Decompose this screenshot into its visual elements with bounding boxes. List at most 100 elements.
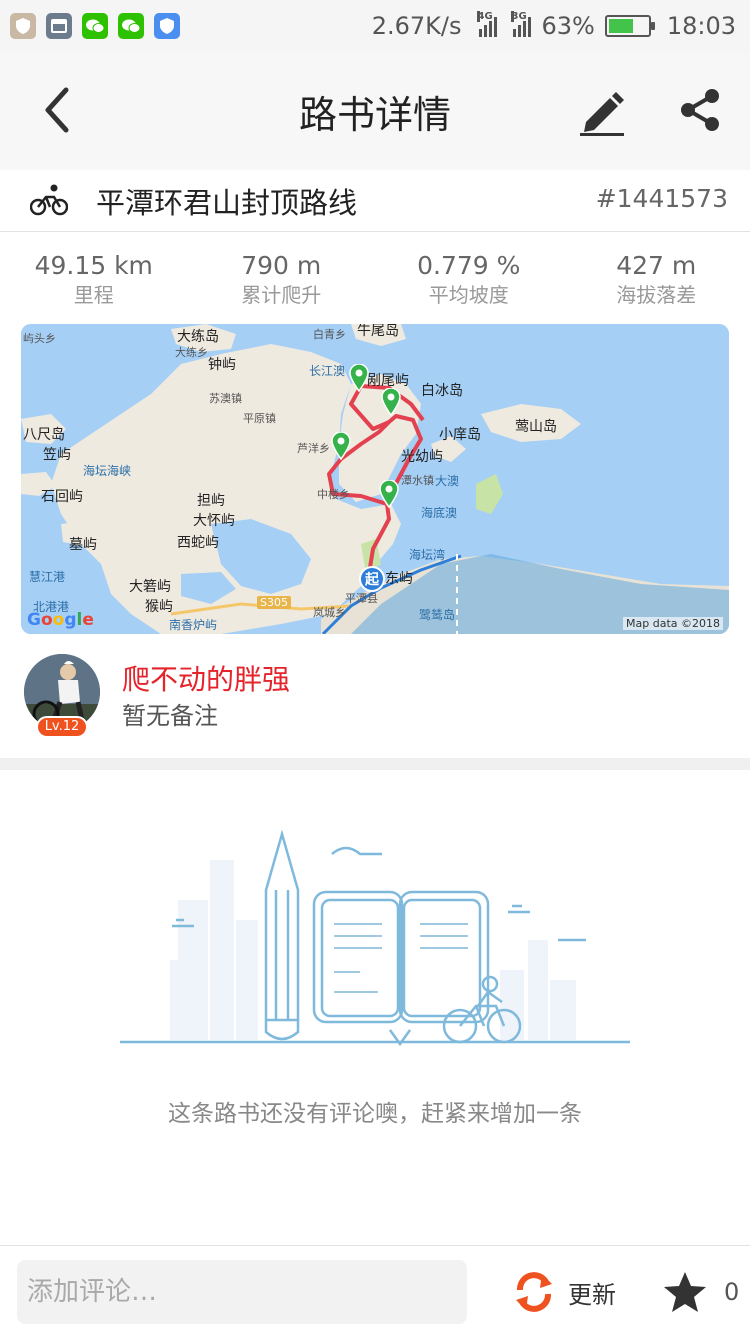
map-label: 海坛海峡 bbox=[83, 464, 132, 478]
stat-value: 790 m bbox=[241, 251, 322, 280]
map-label: 钟屿 bbox=[208, 357, 236, 373]
map-pin-icon[interactable] bbox=[379, 480, 399, 508]
map-label: 平潭县 bbox=[345, 592, 378, 605]
stat-label: 累计爬升 bbox=[241, 283, 322, 307]
map-label: 潭水镇 bbox=[401, 474, 434, 487]
route-start-marker[interactable]: 起 bbox=[359, 566, 385, 592]
logo-letter: G bbox=[27, 610, 41, 630]
map-label: 西蛇屿 bbox=[177, 535, 219, 551]
page-title: 路书详情 bbox=[298, 93, 451, 137]
stat-grade: 0.779 % 平均坡度 bbox=[375, 250, 563, 310]
wechat-icon bbox=[82, 13, 108, 39]
share-icon bbox=[681, 89, 719, 131]
map-label: 平原镇 bbox=[243, 412, 276, 425]
map-label: 大练乡 bbox=[175, 346, 208, 359]
stat-value: 427 m bbox=[616, 251, 697, 280]
map-label: 大怀屿 bbox=[193, 513, 235, 529]
nav-bar: 路书详情 bbox=[0, 52, 750, 170]
status-bar: 2.67K/s 4G 3G 63% 18:03 bbox=[0, 0, 750, 52]
route-id: #1441573 bbox=[595, 184, 728, 213]
pencil-icon bbox=[580, 92, 624, 136]
author-note: 暂无备注 bbox=[122, 702, 218, 730]
level-badge: Lv.12 bbox=[36, 716, 88, 738]
logo-letter: o bbox=[40, 610, 53, 630]
map-label: 屿头乡 bbox=[23, 332, 56, 345]
stat-climb: 790 m 累计爬升 bbox=[188, 250, 376, 310]
favorite-button[interactable]: 0 bbox=[662, 1268, 739, 1316]
stat-elevation: 427 m 海拔落差 bbox=[563, 250, 750, 310]
security-icon bbox=[154, 13, 180, 39]
route-name: 平潭环君山封顶路线 bbox=[96, 186, 358, 220]
refresh-icon bbox=[516, 1272, 552, 1312]
battery-percent: 63% bbox=[541, 12, 595, 40]
update-button[interactable]: 更新 bbox=[512, 1268, 616, 1316]
logo-letter: e bbox=[82, 610, 94, 630]
map-label: 墓屿 bbox=[69, 537, 97, 553]
map-pin-icon[interactable] bbox=[381, 388, 401, 416]
map-label: 石回屿 bbox=[41, 489, 83, 505]
map-label: 大练岛 bbox=[177, 329, 219, 345]
map-label: 长江澳 bbox=[309, 364, 346, 378]
bicycle-icon bbox=[29, 184, 69, 216]
author-name[interactable]: 爬不动的胖强 bbox=[122, 658, 290, 698]
map-label: 南香炉屿 bbox=[169, 618, 218, 632]
update-label: 更新 bbox=[568, 1280, 616, 1309]
map-label: 白青乡 bbox=[313, 328, 346, 341]
network-speed: 2.67K/s bbox=[371, 12, 462, 40]
share-button[interactable] bbox=[676, 86, 724, 134]
stat-value: 0.779 % bbox=[417, 251, 521, 280]
road-badge: S305 bbox=[257, 596, 291, 609]
route-stats: 49.15 km 里程 790 m 累计爬升 0.779 % 平均坡度 427 … bbox=[0, 250, 750, 310]
author-row[interactable]: Lv.12 爬不动的胖强 暂无备注 bbox=[0, 648, 750, 756]
map-label: 莺山岛 bbox=[515, 419, 557, 435]
map-label: 剐尾屿 bbox=[367, 373, 409, 389]
map-label: 光幼屿 bbox=[401, 449, 443, 465]
wechat-icon bbox=[118, 13, 144, 39]
route-map[interactable]: 屿头乡 大练岛 大练乡 白青乡 牛尾岛 钟屿 长江澳 剐尾屿 白冰岛 苏澳镇 平… bbox=[21, 324, 729, 634]
gallery-icon bbox=[46, 13, 72, 39]
map-label: 牛尾岛 bbox=[357, 324, 399, 339]
signal-4g-icon: 4G bbox=[477, 11, 498, 37]
map-label: 八尺岛 bbox=[23, 427, 65, 443]
map-label: 中楼乡 bbox=[317, 488, 350, 501]
map-credit: Map data ©2018 bbox=[623, 617, 723, 630]
map-label: 东屿 bbox=[385, 571, 413, 587]
battery-icon bbox=[604, 15, 655, 37]
notification-icons bbox=[10, 13, 180, 39]
shield-app-icon bbox=[10, 13, 36, 39]
favorite-count: 0 bbox=[724, 1278, 740, 1306]
bottom-bar: 更新 0 bbox=[0, 1245, 750, 1333]
map-label: 慧江港 bbox=[29, 570, 66, 584]
edit-button[interactable] bbox=[576, 86, 628, 138]
empty-comments-illustration bbox=[120, 829, 630, 1047]
route-header: 平潭环君山封顶路线 #1441573 bbox=[0, 170, 750, 232]
net2-label: 3G bbox=[511, 11, 527, 22]
empty-comments-text: 这条路书还没有评论噢，赶紧来增加一条 bbox=[168, 1101, 582, 1127]
stat-distance: 49.15 km 里程 bbox=[0, 250, 188, 310]
map-label: 岚城乡 bbox=[313, 606, 346, 619]
google-logo: Google bbox=[27, 610, 94, 630]
stat-label: 平均坡度 bbox=[428, 283, 509, 307]
map-label: 大澳 bbox=[435, 474, 460, 488]
map-label: 担屿 bbox=[197, 493, 225, 509]
map-pin-icon[interactable] bbox=[349, 364, 369, 392]
map-label: 芦洋乡 bbox=[297, 442, 330, 455]
map-label: 海坛湾 bbox=[409, 548, 446, 562]
battery-fill bbox=[608, 19, 633, 33]
clock: 18:03 bbox=[666, 12, 736, 40]
map-label: 笠屿 bbox=[43, 447, 71, 463]
signal-3g-icon: 3G bbox=[511, 11, 532, 37]
map-label: 猴屿 bbox=[145, 599, 173, 615]
stat-value: 49.15 km bbox=[34, 251, 153, 280]
logo-letter: o bbox=[52, 610, 65, 630]
status-right: 2.67K/s 4G 3G 63% 18:03 bbox=[372, 0, 736, 52]
logo-letter: g bbox=[64, 610, 77, 630]
stat-label: 里程 bbox=[73, 283, 114, 307]
comment-input[interactable] bbox=[17, 1260, 467, 1324]
map-label: 白冰岛 bbox=[421, 383, 463, 399]
map-label: 苏澳镇 bbox=[209, 392, 242, 405]
section-divider bbox=[0, 758, 750, 770]
map-pin-icon[interactable] bbox=[331, 432, 351, 460]
map-label: 鹭鸶岛 bbox=[419, 608, 456, 622]
star-icon bbox=[664, 1272, 706, 1312]
